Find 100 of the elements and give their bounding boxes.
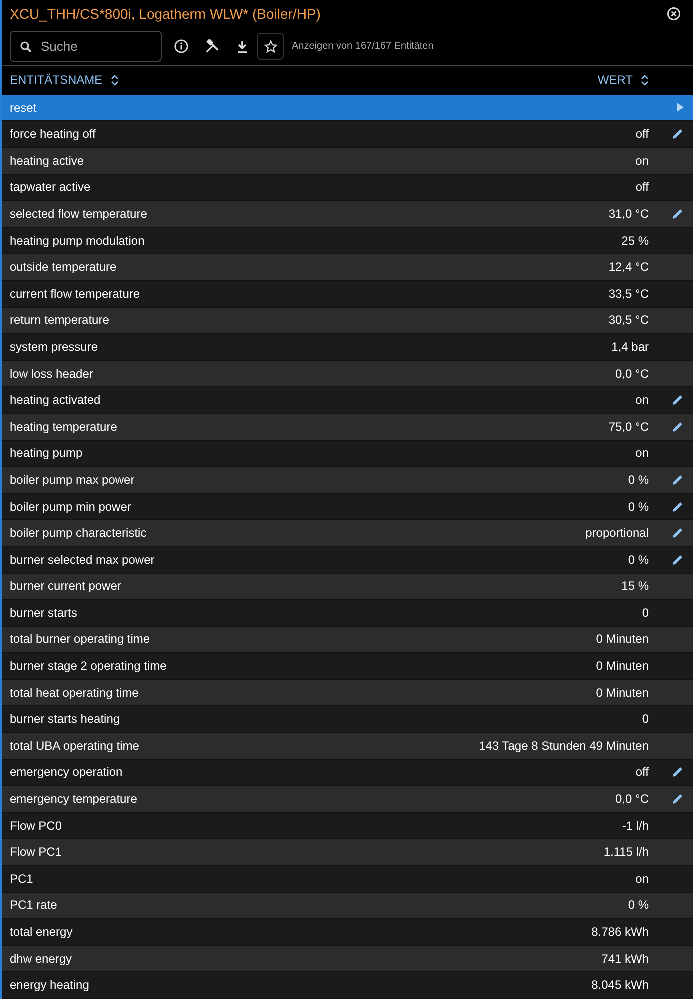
entity-value: off <box>636 126 649 144</box>
edit-icon[interactable] <box>672 394 684 406</box>
edit-icon[interactable] <box>672 128 684 140</box>
table-row[interactable]: system pressure 1,4 bar <box>2 334 693 361</box>
entity-name: dhw energy <box>10 950 72 968</box>
table-row[interactable]: total energy 8.786 kWh <box>2 919 693 946</box>
entity-name: PC1 <box>10 870 34 888</box>
entity-name: total burner operating time <box>10 631 150 648</box>
table-row[interactable]: current flow temperature 33,5 °C <box>2 280 693 308</box>
entity-name: system pressure <box>10 338 98 356</box>
entity-value: 75,0 °C <box>608 418 649 436</box>
table-row[interactable]: heating pump on <box>2 440 693 468</box>
entity-name: heating pump modulation <box>10 232 145 250</box>
entity-name: emergency operation <box>10 764 123 782</box>
entity-value: 0 Minuten <box>596 658 649 676</box>
table-row[interactable]: burner current power 15 % <box>2 574 693 600</box>
favorite-button[interactable] <box>257 33 284 60</box>
table-row[interactable]: total heat operating time 0 Minuten <box>2 680 693 706</box>
table-row[interactable]: burner starts 0 <box>2 600 693 627</box>
table-row[interactable]: low loss header 0,0 °C <box>2 360 693 388</box>
table-row[interactable]: heating pump modulation 25 % <box>2 228 693 254</box>
table-row[interactable]: force heating off off <box>2 121 693 148</box>
search-field[interactable]: Suche <box>10 31 162 62</box>
entity-name: burner starts <box>10 604 78 622</box>
entity-value: 0 Minuten <box>596 684 649 702</box>
table-row[interactable]: outside temperature 12,4 °C <box>2 254 693 281</box>
entity-value: 15 % <box>622 578 649 596</box>
sort-icon <box>110 74 119 87</box>
column-header[interactable]: WERT <box>598 71 649 90</box>
entity-value: 1,4 bar <box>612 338 649 356</box>
table-row[interactable]: emergency operation off <box>2 760 693 786</box>
edit-icon[interactable] <box>672 527 684 540</box>
table-row[interactable]: return temperature 30,5 °C <box>2 308 693 334</box>
entity-name: emergency temperature <box>10 791 138 808</box>
table-row[interactable]: heating temperature 75,0 °C <box>2 414 693 441</box>
entity-name: burner selected max power <box>10 552 155 569</box>
entity-value: 1.115 l/h <box>604 844 649 862</box>
table-row[interactable]: boiler pump max power 0 % <box>2 467 693 494</box>
table-row[interactable]: tapwater active off <box>2 174 693 202</box>
entity-name: boiler pump max power <box>10 472 135 489</box>
entity-value: -1 l/h <box>622 818 649 835</box>
entity-name: heating temperature <box>10 418 118 436</box>
entity-name: Flow PC0 <box>10 818 62 835</box>
column-header[interactable]: ENTITÄTSNAME <box>10 71 119 90</box>
download-icon[interactable] <box>236 40 249 54</box>
table-row[interactable]: boiler pump characteristic proportional <box>2 520 693 547</box>
entity-value: off <box>636 179 649 196</box>
table-row[interactable]: PC1 on <box>2 866 693 893</box>
entity-name: tapwater active <box>10 179 91 196</box>
edit-icon[interactable] <box>672 420 684 433</box>
entity-value: 0 % <box>628 552 649 569</box>
expand-arrow-icon[interactable] <box>677 103 684 112</box>
entity-value: proportional <box>586 525 649 542</box>
close-icon[interactable] <box>667 7 681 22</box>
edit-icon[interactable] <box>672 793 684 806</box>
table-row[interactable]: Flow PC0 -1 l/h <box>2 812 693 840</box>
entity-value: 0 Minuten <box>596 631 649 648</box>
entity-value: 30,5 °C <box>608 312 649 330</box>
table-row[interactable]: burner stage 2 operating time 0 Minuten <box>2 653 693 680</box>
entity-name: total energy <box>10 924 73 942</box>
entity-name: PC1 rate <box>10 897 58 914</box>
entity-value: 143 Tage 8 Stunden 49 Minuten <box>479 738 649 755</box>
entity-value: 25 % <box>622 232 649 250</box>
entity-value: on <box>636 152 649 170</box>
table-row[interactable]: burner selected max power 0 % <box>2 546 693 574</box>
edit-icon[interactable] <box>672 500 684 513</box>
entity-value: on <box>636 445 649 462</box>
table-row[interactable]: selected flow temperature 31,0 °C <box>2 201 693 228</box>
table-row[interactable]: PC1 rate 0 % <box>2 892 693 920</box>
edit-icon[interactable] <box>672 554 684 566</box>
table-row[interactable]: dhw energy 741 kWh <box>2 946 693 972</box>
entity-name: total UBA operating time <box>10 738 140 755</box>
table-row[interactable]: emergency temperature 0,0 °C <box>2 786 693 813</box>
entity-name: reset <box>10 100 37 117</box>
entity-name: burner current power <box>10 578 122 596</box>
info-icon[interactable] <box>174 39 189 54</box>
entity-count: Anzeigen von 167/167 Entitäten <box>292 40 434 54</box>
table-row[interactable]: heating activated on <box>2 387 693 414</box>
entity-value: 12,4 °C <box>608 259 649 276</box>
table-row[interactable]: burner starts heating 0 <box>2 706 693 734</box>
entity-name: low loss header <box>10 366 94 383</box>
dialog-title: XCU_THH/CS*800i, Logatherm WLW* (Boiler/HP) <box>10 4 321 24</box>
table-row[interactable]: Flow PC1 1.115 l/h <box>2 839 693 866</box>
entity-value: 8.045 kWh <box>592 977 649 994</box>
entity-name: current flow temperature <box>10 286 140 303</box>
entity-name: heating activated <box>10 392 101 410</box>
edit-icon[interactable] <box>672 766 684 778</box>
table-row[interactable]: total UBA operating time 143 Tage 8 Stunden 49 Minuten <box>2 733 693 760</box>
entity-value: 0,0 °C <box>616 366 649 383</box>
tools-icon[interactable] <box>205 39 220 54</box>
table-row[interactable]: boiler pump min power 0 % <box>2 494 693 520</box>
table-row[interactable]: total burner operating time 0 Minuten <box>2 626 693 654</box>
entity-name: heating pump <box>10 445 83 462</box>
table-row[interactable]: heating active on <box>2 148 693 175</box>
table-row[interactable]: energy heating 8.045 kWh <box>2 972 693 999</box>
table-row[interactable]: reset <box>2 94 693 122</box>
edit-icon[interactable] <box>672 208 684 220</box>
edit-icon[interactable] <box>672 474 684 486</box>
entity-value: 31,0 °C <box>608 206 649 223</box>
entity-value: 0 % <box>628 498 649 516</box>
